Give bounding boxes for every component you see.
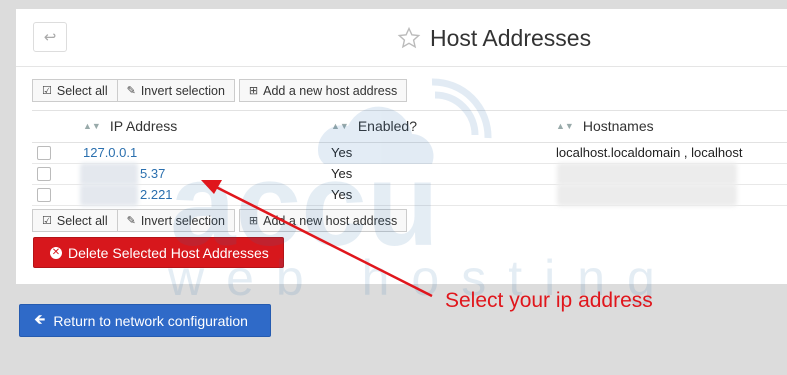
top-bar [0,0,787,9]
page-title: Host Addresses [430,24,592,51]
left-gutter [0,9,16,284]
add-host-label: Add a new host address [263,213,398,228]
sort-icon: ▲▼ [556,121,574,131]
add-host-button[interactable]: ⊞ Add a new host address [238,79,408,102]
enabled-value: Yes [331,187,353,202]
host-addresses-panel: ↩ Host Addresses ☑ Select all ✎ Invert s… [16,9,787,284]
ip-link[interactable]: 5.37 [140,166,165,181]
title-group: Host Addresses [396,23,591,53]
column-enabled[interactable]: ▲▼ Enabled? [331,118,417,134]
enabled-value: Yes [331,166,353,181]
checkbox-checked-icon: ☑ [42,215,52,227]
host-table: ▲▼ IP Address ▲▼ Enabled? ▲▼ Hostnames 1… [32,110,787,206]
checkbox-checked-icon: ☑ [42,85,52,97]
invert-selection-label: Invert selection [140,213,225,228]
row-checkbox[interactable] [37,188,51,202]
return-arrow-icon: ↩ [43,29,57,46]
invert-selection-button[interactable]: ✎ Invert selection [116,209,235,232]
add-host-button[interactable]: ⊞ Add a new host address [238,209,408,232]
select-all-label: Select all [56,213,108,228]
close-circle-icon: ✕ [50,246,62,259]
plus-square-icon: ⊞ [248,215,259,227]
row-checkbox[interactable] [37,167,51,181]
delete-selected-button[interactable]: ✕ Delete Selected Host Addresses [33,237,284,268]
enabled-value: Yes [331,145,353,160]
back-button[interactable]: ↩ [33,22,67,52]
sort-icon: ▲▼ [331,121,349,131]
return-to-network-button[interactable]: 🡸 Return to network configuration [19,304,271,337]
ip-link[interactable]: 2.221 [140,187,173,202]
edit-icon: ✎ [126,215,136,227]
table-header: ▲▼ IP Address ▲▼ Enabled? ▲▼ Hostnames [32,110,787,143]
sort-icon: ▲▼ [83,121,101,131]
delete-label: Delete Selected Host Addresses [68,244,269,261]
hostnames-value: localhost.localdomain , localhost [556,145,743,160]
invert-selection-button[interactable]: ✎ Invert selection [116,79,235,102]
panel-header: ↩ Host Addresses [16,9,787,67]
annotation-text: Select your ip address [445,289,653,312]
table-toolbar-top: ☑ Select all ✎ Invert selection ⊞ Add a … [32,79,408,102]
plus-square-icon: ⊞ [248,85,259,97]
redacted-hostname [557,163,737,185]
row-checkbox[interactable] [37,146,51,160]
star-icon[interactable] [396,26,422,50]
column-ip-address[interactable]: ▲▼ IP Address [83,118,177,134]
redacted-ip [80,163,138,185]
select-all-label: Select all [56,83,108,98]
table-row: 2.221 Yes [32,184,787,206]
redacted-hostname [557,184,737,206]
return-label: Return to network configuration [53,312,248,329]
select-all-button[interactable]: ☑ Select all [32,209,118,232]
edit-icon: ✎ [126,85,136,97]
ip-link[interactable]: 127.0.0.1 [83,145,137,160]
redacted-ip [80,184,138,206]
table-row: 5.37 Yes [32,163,787,185]
table-row: 127.0.0.1 Yes localhost.localdomain , lo… [32,143,787,164]
arrow-left-icon: 🡸 [34,310,46,327]
invert-selection-label: Invert selection [140,83,225,98]
table-toolbar-bottom: ☑ Select all ✎ Invert selection ⊞ Add a … [32,209,408,232]
column-hostnames[interactable]: ▲▼ Hostnames [556,118,654,134]
select-all-button[interactable]: ☑ Select all [32,79,118,102]
add-host-label: Add a new host address [263,83,398,98]
